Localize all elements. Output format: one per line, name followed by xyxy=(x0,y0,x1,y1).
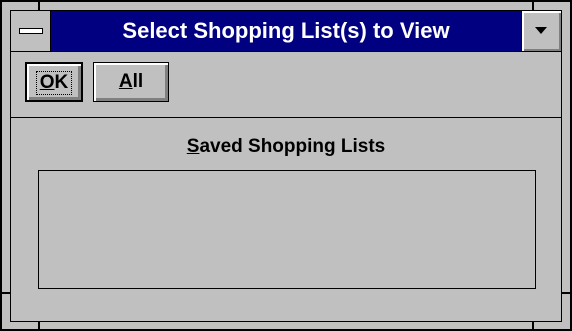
ok-label-text: K xyxy=(54,72,69,93)
all-button-label: All xyxy=(119,71,143,92)
ok-button[interactable]: OK xyxy=(25,62,83,102)
frame-corner-mark xyxy=(562,292,570,294)
saved-lists-label: Saved Shopping Lists xyxy=(11,136,561,158)
all-button[interactable]: All xyxy=(93,62,169,102)
frame-corner-mark xyxy=(38,321,40,329)
saved-lists-label-text: aved Shopping Lists xyxy=(199,136,386,157)
dialog-window: Select Shopping List(s) to View OK All S… xyxy=(0,0,572,331)
frame-corner-mark xyxy=(532,2,534,10)
saved-lists-listbox[interactable] xyxy=(38,170,536,289)
ok-button-label: OK xyxy=(35,71,73,95)
all-accelerator: A xyxy=(118,71,133,92)
dialog-client-area: OK All Saved Shopping Lists xyxy=(10,52,562,322)
frame-corner-mark xyxy=(2,292,10,294)
minimize-button[interactable] xyxy=(521,11,561,51)
frame-corner-mark xyxy=(532,321,534,329)
button-bar: OK All xyxy=(11,52,561,118)
saved-lists-accelerator: S xyxy=(186,136,200,157)
system-menu-icon xyxy=(19,28,43,34)
window-title: Select Shopping List(s) to View xyxy=(122,18,450,43)
title-bar[interactable]: Select Shopping List(s) to View xyxy=(10,10,562,52)
system-menu-button[interactable] xyxy=(11,11,51,51)
down-arrow-icon xyxy=(535,27,547,34)
frame-corner-mark xyxy=(38,2,40,10)
all-label-text: ll xyxy=(132,71,144,92)
ok-accelerator: O xyxy=(39,72,55,93)
